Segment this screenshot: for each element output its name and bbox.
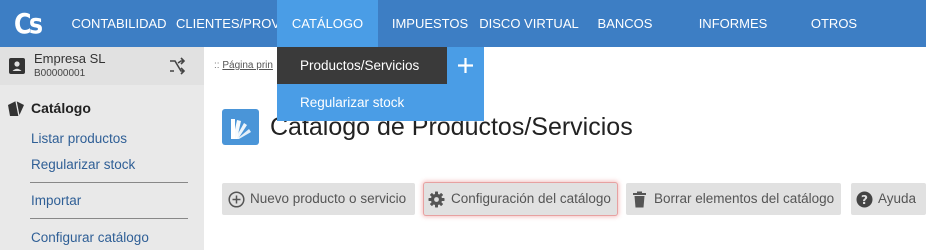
sidebar-item-importar[interactable]: Importar bbox=[31, 193, 81, 208]
delete-elements-label: Borrar elementos del catálogo bbox=[654, 191, 835, 206]
catalog-fan-icon bbox=[222, 109, 259, 145]
menu-item-productos-servicios[interactable]: Productos/Servicios bbox=[277, 47, 447, 84]
nav-catalogo[interactable]: CATÁLOGO bbox=[277, 0, 378, 47]
svg-text:?: ? bbox=[861, 193, 868, 207]
nav-contabilidad[interactable]: CONTABILIDAD bbox=[68, 0, 170, 47]
company-selector[interactable]: Empresa SL B00000001 bbox=[0, 47, 204, 85]
company-id-card-icon bbox=[9, 58, 25, 74]
menu-item-regularizar-stock[interactable]: Regularizar stock bbox=[277, 84, 484, 121]
nav-informes[interactable]: INFORMES bbox=[690, 0, 776, 47]
catalog-config-label: Configuración del catálogo bbox=[451, 191, 611, 206]
catalog-config-button[interactable]: Configuración del catálogo bbox=[424, 183, 617, 215]
catalog-dropdown-menu: Productos/Servicios Regularizar stock bbox=[277, 47, 484, 121]
nav-otros[interactable]: OTROS bbox=[800, 0, 868, 47]
nav-disco-virtual[interactable]: DISCO VIRTUAL bbox=[479, 0, 579, 47]
help-label: Ayuda bbox=[878, 191, 917, 206]
gear-icon bbox=[428, 191, 445, 208]
nav-clientes-prov[interactable]: CLIENTES/PROV. bbox=[176, 0, 282, 47]
company-id: B00000001 bbox=[34, 68, 86, 79]
delete-elements-button[interactable]: Borrar elementos del catálogo bbox=[626, 183, 841, 215]
catalog-book-icon bbox=[8, 100, 24, 117]
breadcrumb-home-link[interactable]: Página prin bbox=[222, 60, 273, 71]
sidebar-item-regularizar-stock[interactable]: Regularizar stock bbox=[31, 157, 135, 172]
sidebar-section-title: Catálogo bbox=[31, 100, 91, 116]
company-name: Empresa SL bbox=[34, 51, 106, 66]
plus-icon bbox=[458, 58, 473, 73]
plus-circle-icon bbox=[228, 191, 245, 208]
new-product-label: Nuevo producto o servicio bbox=[250, 191, 407, 206]
add-product-plus-button[interactable] bbox=[447, 47, 484, 84]
help-circle-icon: ? bbox=[856, 191, 873, 208]
help-button[interactable]: ? Ayuda bbox=[851, 183, 926, 215]
breadcrumb: :: Página prin bbox=[214, 60, 273, 71]
nav-bancos[interactable]: BANCOS bbox=[588, 0, 662, 47]
sidebar-item-configurar-catalogo[interactable]: Configurar catálogo bbox=[31, 230, 149, 245]
sidebar: Empresa SL B00000001 Catálogo Listar pro… bbox=[0, 47, 204, 250]
app-logo[interactable]: Cs bbox=[14, 7, 48, 41]
breadcrumb-prefix: :: bbox=[214, 60, 220, 71]
sidebar-item-listar-productos[interactable]: Listar productos bbox=[31, 131, 127, 146]
switch-company-icon[interactable] bbox=[168, 57, 186, 75]
new-product-button[interactable]: Nuevo producto o servicio bbox=[222, 183, 415, 215]
sidebar-divider bbox=[30, 218, 188, 219]
nav-impuestos[interactable]: IMPUESTOS bbox=[385, 0, 475, 47]
top-navbar: Cs CONTABILIDAD CLIENTES/PROV. CATÁLOGO … bbox=[0, 0, 926, 47]
trash-icon bbox=[633, 191, 646, 208]
sidebar-divider bbox=[30, 182, 188, 183]
